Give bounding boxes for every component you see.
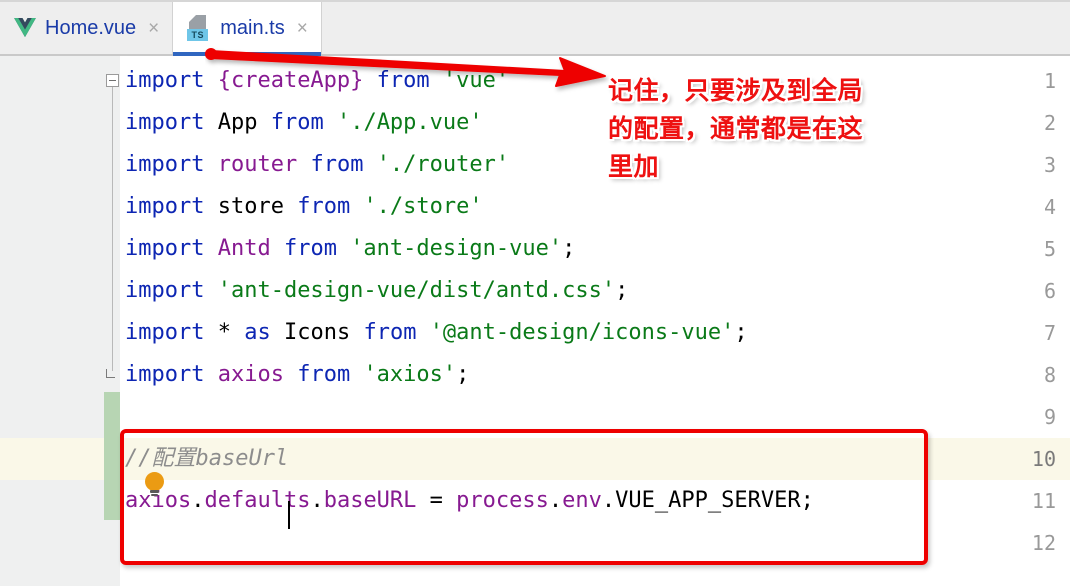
code-line[interactable]: import 'ant-design-vue/dist/antd.css'; <box>125 270 628 312</box>
code-line[interactable]: import Antd from 'ant-design-vue'; <box>125 228 575 270</box>
code-token: Antd <box>217 236 271 261</box>
code-token: //配置baseUrl <box>125 446 289 471</box>
code-token: App <box>217 110 258 135</box>
code-line[interactable]: import axios from 'axios'; <box>125 354 469 396</box>
code-token: baseURL <box>323 488 417 513</box>
close-icon[interactable]: × <box>145 17 162 40</box>
editor-tab-bar: Home.vue × TS main.ts × <box>0 0 1070 56</box>
code-content[interactable]: import {createApp} from 'vue' import App … <box>120 56 1070 586</box>
bulb-base-lower <box>151 494 158 496</box>
code-token: import <box>125 152 218 177</box>
code-folding-column[interactable] <box>104 56 120 586</box>
code-token: defaults <box>204 488 311 513</box>
code-line[interactable]: import {createApp} from 'vue' <box>125 60 509 102</box>
code-token: import <box>125 278 218 303</box>
code-token: from <box>310 152 377 177</box>
code-line[interactable]: import * as Icons from '@ant-design/icon… <box>125 312 748 354</box>
ts-badge: TS <box>187 29 209 41</box>
code-token: from <box>363 320 430 345</box>
code-token: import <box>125 68 218 93</box>
vue-icon <box>14 18 36 38</box>
code-token: = <box>416 488 457 513</box>
code-token: from <box>283 236 351 261</box>
code-token: from <box>297 362 364 387</box>
fold-region-line <box>112 87 113 371</box>
code-token: VUE_APP_SERVER <box>615 488 801 513</box>
code-token: import <box>125 236 218 261</box>
vue-icon-svg <box>14 18 36 38</box>
fold-region-end-icon[interactable] <box>106 369 115 378</box>
code-token: * <box>217 320 231 345</box>
file-corner-fold <box>189 15 197 22</box>
code-token: Icons <box>283 320 351 345</box>
code-token: from <box>270 110 337 135</box>
code-token: . <box>601 488 616 513</box>
code-token: ; <box>734 320 748 345</box>
fold-collapse-icon[interactable] <box>106 74 119 87</box>
tab-main-ts[interactable]: TS main.ts × <box>172 2 322 56</box>
code-line[interactable]: import App from './App.vue' <box>125 102 483 144</box>
code-line[interactable]: import store from './store' <box>125 186 483 228</box>
typescript-file-icon: TS <box>187 15 211 41</box>
code-token: './App.vue' <box>336 110 483 135</box>
code-token: 'ant-design-vue/dist/antd.css' <box>217 278 616 303</box>
close-icon[interactable]: × <box>294 17 311 40</box>
code-token: 'axios' <box>363 362 457 387</box>
code-token: '@ant-design/icons-vue' <box>429 320 735 345</box>
code-token: . <box>548 488 563 513</box>
code-token: import <box>125 194 218 219</box>
code-token: ; <box>562 236 576 261</box>
code-line[interactable]: axios.defaults.baseURL = process.env.VUE… <box>125 480 814 522</box>
code-token: import <box>125 320 218 345</box>
code-token: as <box>244 320 284 345</box>
bulb-glass <box>145 472 164 491</box>
code-token: ; <box>800 488 814 513</box>
code-token: {createApp} <box>217 68 364 93</box>
code-token: . <box>310 488 324 513</box>
code-token: import <box>125 362 218 387</box>
code-token: store <box>217 194 284 219</box>
tab-home-vue[interactable]: Home.vue × <box>0 2 172 54</box>
code-token: import <box>125 110 218 135</box>
text-caret <box>288 501 291 529</box>
code-token: ; <box>456 362 470 387</box>
code-line[interactable]: import router from './router' <box>125 144 509 186</box>
line-number-gutter <box>0 56 104 586</box>
code-token: from <box>376 68 443 93</box>
code-token: axios <box>217 362 284 387</box>
code-editor[interactable]: 1 2 3 4 5 6 7 8 9 10 11 12 import {createApp} from … <box>0 56 1070 586</box>
code-token: './router' <box>376 152 510 177</box>
tab-label: main.ts <box>220 16 285 39</box>
code-token: ; <box>615 278 629 303</box>
bulb-base <box>150 490 159 493</box>
code-token: . <box>191 488 205 513</box>
code-token: from <box>297 194 364 219</box>
intention-lightbulb-icon[interactable] <box>145 472 165 496</box>
code-token: 'ant-design-vue' <box>350 236 563 261</box>
code-token: process <box>456 488 549 513</box>
code-token: router <box>217 152 298 177</box>
code-token: env <box>562 488 602 513</box>
code-token: 'vue' <box>442 68 510 93</box>
annotation-note-text: 记住，只要涉及到全局 的配置，通常都是在这 里加 <box>608 77 864 181</box>
tab-label: Home.vue <box>45 16 137 39</box>
code-token: './store' <box>363 194 483 219</box>
